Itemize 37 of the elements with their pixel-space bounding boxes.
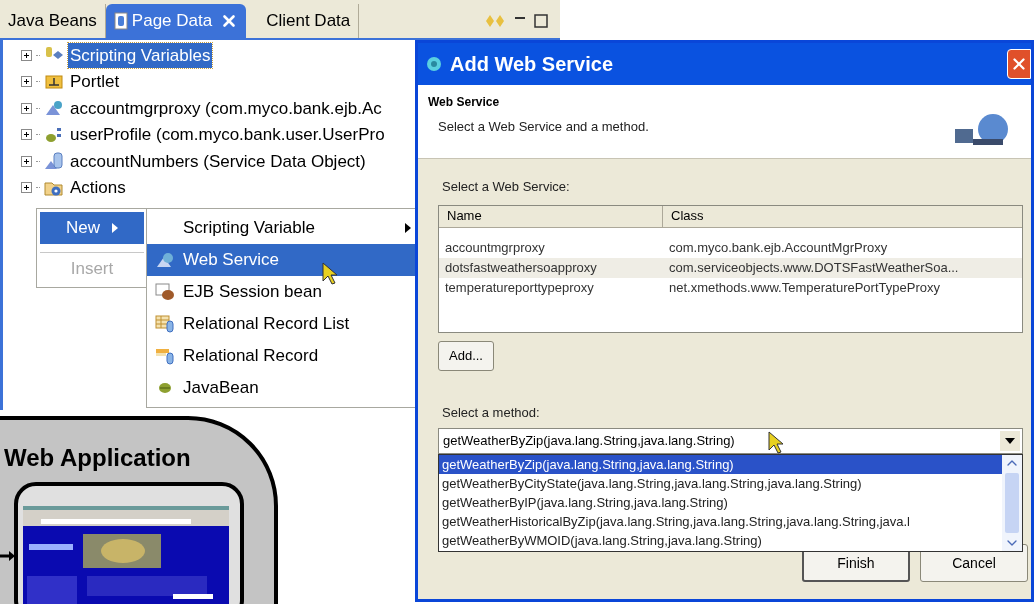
table-cell-text: temperatureporttypeproxy bbox=[444, 278, 595, 297]
service-label: Select a Web Service: bbox=[442, 178, 571, 196]
menu-item[interactable]: JavaBean bbox=[147, 372, 417, 404]
method-label: Select a method: bbox=[442, 403, 541, 422]
table-cell-text: com.serviceobjects.www.DOTSFastWeatherSoa... bbox=[668, 258, 960, 277]
table-row[interactable]: accountmgrproxy com.myco.bank.ejb.AccountMgrProxy bbox=[439, 237, 1022, 258]
menu-item[interactable]: Scripting Variable bbox=[147, 212, 417, 244]
view-tab[interactable]: Page Data bbox=[105, 4, 247, 38]
menu-item[interactable]: Relational Record List bbox=[147, 308, 417, 340]
tree-item[interactable]: Scripting Variables bbox=[68, 42, 213, 68]
table-cell-text: dotsfastweathersoapproxy bbox=[444, 258, 598, 277]
tree-item[interactable]: accountNumbers (Service Data Object) bbox=[68, 148, 368, 174]
menu-item[interactable]: New bbox=[40, 212, 144, 244]
dropdown-option[interactable]: getWeatherByZip(java.lang.String,java.lang.String) bbox=[439, 455, 1002, 474]
column-header[interactable]: Class bbox=[663, 205, 1022, 227]
menu-item[interactable]: Web Service bbox=[147, 244, 417, 276]
tree-item[interactable]: Portlet bbox=[68, 69, 122, 95]
window-title: Add Web Service bbox=[450, 52, 614, 77]
header-description: Select a Web Service and a method. bbox=[438, 118, 650, 136]
dropdown-option[interactable]: getWeatherHistoricalByZip(java.lang.String,java.lang.String,java.lang.String,java.l bbox=[439, 512, 1002, 531]
table-row[interactable]: temperatureporttypeproxy net.xmethods.www.TemperaturePortTypeProxy bbox=[439, 277, 1022, 298]
column-header[interactable]: Name bbox=[439, 205, 663, 227]
tree-item[interactable]: Actions bbox=[68, 175, 128, 201]
menu-item[interactable]: EJB Session bean bbox=[147, 276, 417, 308]
tree-item[interactable]: userProfile (com.myco.bank.user.UserPro bbox=[68, 122, 387, 148]
diagram-title: Web Application bbox=[4, 443, 191, 473]
method-combo-box[interactable]: getWeatherByZip(java.lang.String,java.lang.String) bbox=[438, 428, 1023, 454]
table-row[interactable]: dotsfastweathersoapproxy com.serviceobjects.www.DOTSFastWeatherSoa... bbox=[439, 257, 1022, 278]
header-title: Web Service bbox=[428, 94, 501, 111]
dropdown-option[interactable]: getWeatherByCityState(java.lang.String,java.lang.String,java.lang.String) bbox=[439, 474, 1002, 493]
add-button[interactable]: Add... bbox=[438, 340, 494, 371]
tree-item[interactable]: accountmgrproxy (com.myco.bank.ejb.Ac bbox=[68, 95, 384, 121]
table-cell-text: accountmgrproxy bbox=[444, 238, 546, 257]
dropdown-option[interactable]: getWeatherByIP(java.lang.String,java.lang.String) bbox=[439, 493, 1002, 512]
table-cell-text: net.xmethods.www.TemperaturePortTypeProxy bbox=[668, 278, 941, 297]
table-cell-text: com.myco.bank.ejb.AccountMgrProxy bbox=[668, 238, 889, 257]
menu-item[interactable]: Relational Record bbox=[147, 340, 417, 372]
